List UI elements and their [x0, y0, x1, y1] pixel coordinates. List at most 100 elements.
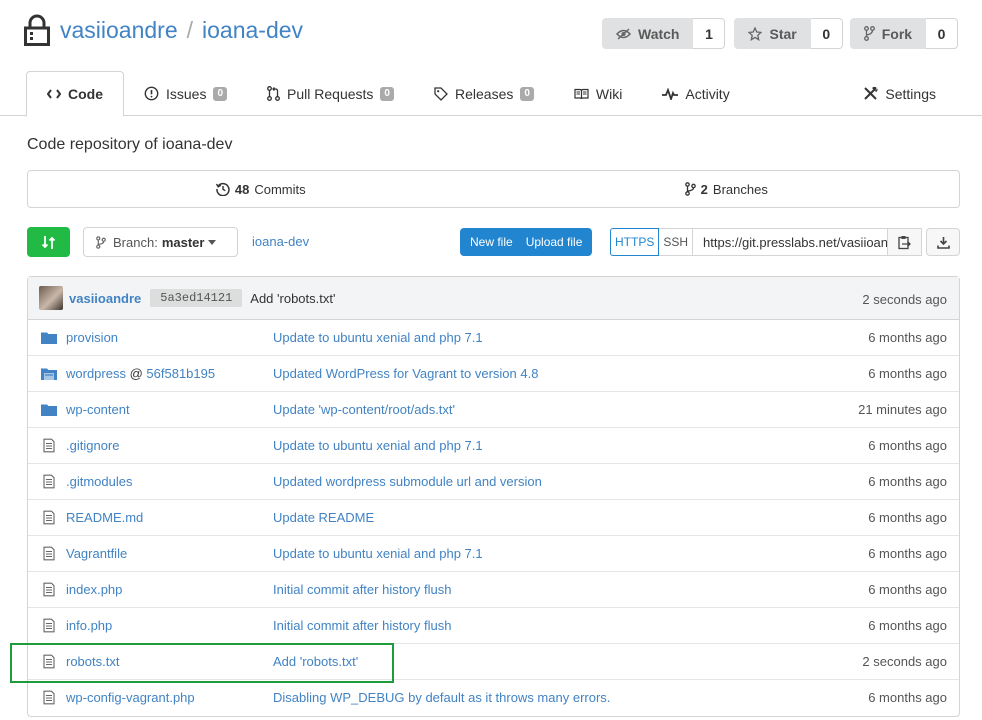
commit-message-link[interactable]: Update README: [273, 510, 374, 525]
commit-message-link[interactable]: Update to ubuntu xenial and php 7.1: [273, 438, 483, 453]
watch-count[interactable]: 1: [693, 18, 726, 49]
last-commit-author[interactable]: vasiioandre: [69, 291, 141, 306]
file-list: vasiioandre 5a3ed14121 Add 'robots.txt' …: [27, 276, 960, 717]
file-icon: [43, 510, 55, 525]
submodule-ref-link[interactable]: 56f581b195: [146, 366, 215, 381]
pulse-icon: [662, 87, 679, 100]
commit-message-link[interactable]: Update to ubuntu xenial and php 7.1: [273, 330, 483, 345]
file-name: wordpress @ 56f581b195: [66, 366, 215, 381]
copy-url-button[interactable]: [888, 228, 923, 256]
repo-owner-link[interactable]: vasiioandre: [60, 17, 178, 44]
repo-title: vasiioandre / ioana-dev: [24, 14, 303, 46]
file-row: Vagrantfile Update to ubuntu xenial and p…: [28, 536, 959, 572]
tab-settings-label: Settings: [885, 85, 936, 102]
star-count[interactable]: 0: [810, 18, 843, 49]
file-icon: [43, 690, 55, 705]
file-row: info.php Initial commit after history flu…: [28, 608, 959, 644]
last-commit-sha[interactable]: 5a3ed14121: [150, 289, 243, 307]
folder-icon: [41, 404, 57, 416]
commit-time: 2 seconds ago: [862, 654, 947, 669]
file-name-link[interactable]: info.php: [66, 618, 112, 633]
tab-code-label: Code: [68, 86, 103, 102]
submodule-folder-icon: [41, 368, 57, 380]
branch-dropdown[interactable]: Branch: master: [83, 227, 238, 257]
tab-pull-requests-label: Pull Requests: [287, 85, 374, 102]
commit-message-link[interactable]: Initial commit after history flush: [273, 582, 451, 597]
commit-time: 6 months ago: [868, 618, 947, 633]
branches-count: 2: [700, 181, 708, 197]
commit-message-link[interactable]: Updated wordpress submodule url and vers…: [273, 474, 542, 489]
tab-issues-label: Issues: [166, 85, 207, 102]
commit-message-link[interactable]: Initial commit after history flush: [273, 618, 451, 633]
https-toggle[interactable]: HTTPS: [610, 228, 660, 256]
commit-time: 6 months ago: [868, 474, 947, 489]
star-button[interactable]: Star: [734, 18, 811, 49]
file-name-link[interactable]: wp-content: [66, 402, 130, 417]
file-name-link[interactable]: provision: [66, 330, 118, 345]
new-file-button[interactable]: New file: [460, 228, 523, 256]
commit-message-link[interactable]: Disabling WP_DEBUG by default as it thro…: [273, 690, 610, 705]
tag-icon: [434, 86, 448, 101]
tab-activity[interactable]: Activity: [642, 71, 749, 116]
watch-button[interactable]: Watch: [602, 18, 694, 49]
ssh-toggle[interactable]: SSH: [659, 228, 694, 256]
file-name: README.md: [66, 510, 143, 525]
copy-icon: [897, 235, 911, 249]
upload-file-button[interactable]: Upload file: [523, 228, 593, 256]
file-name-link[interactable]: README.md: [66, 510, 143, 525]
tab-wiki-label: Wiki: [595, 85, 623, 102]
tab-settings[interactable]: Settings: [843, 71, 956, 116]
download-button[interactable]: [926, 228, 960, 256]
file-icon: [43, 618, 55, 633]
compare-button[interactable]: [27, 227, 70, 257]
file-name: robots.txt: [66, 654, 119, 669]
path-breadcrumb[interactable]: ioana-dev: [252, 234, 309, 249]
file-name-link[interactable]: index.php: [66, 582, 122, 597]
file-name-link[interactable]: wp-config-vagrant.php: [66, 690, 195, 705]
releases-count-badge: 0: [520, 86, 534, 101]
tab-wiki[interactable]: Wiki: [554, 71, 642, 116]
repo-stats: 48 Commits 2 Branches: [27, 170, 960, 208]
file-name-link[interactable]: .gitmodules: [66, 474, 132, 489]
commit-message-link[interactable]: Add 'robots.txt': [273, 654, 358, 669]
tab-releases[interactable]: Releases 0: [414, 71, 554, 116]
file-name: index.php: [66, 582, 122, 597]
file-name-link[interactable]: robots.txt: [66, 654, 119, 669]
last-commit-message: Add 'robots.txt': [250, 290, 336, 306]
repo-header: vasiioandre / ioana-dev Watch 1 Star 0 F…: [0, 0, 982, 117]
fork-button[interactable]: Fork: [849, 18, 927, 49]
file-row: wp-content Update 'wp-content/root/ads.tx…: [28, 392, 959, 428]
commit-message-link[interactable]: Updated WordPress for Vagrant to version…: [273, 366, 538, 381]
branch-prefix: Branch:: [113, 234, 158, 250]
avatar[interactable]: [39, 286, 63, 310]
book-icon: [574, 88, 589, 99]
branch-icon: [96, 235, 106, 249]
tab-pull-requests[interactable]: Pull Requests 0: [247, 71, 414, 116]
file-name: Vagrantfile: [66, 546, 127, 561]
repo-name-link[interactable]: ioana-dev: [202, 17, 303, 44]
file-row: README.md Update README 6 months ago: [28, 500, 959, 536]
clone-url-input[interactable]: https://git.presslabs.net/vasiioandre/io…: [693, 228, 889, 256]
commit-time: 6 months ago: [868, 366, 947, 381]
history-icon: [215, 182, 230, 196]
commit-message-link[interactable]: Update to ubuntu xenial and php 7.1: [273, 546, 483, 561]
file-name: wp-config-vagrant.php: [66, 690, 195, 705]
file-name: .gitmodules: [66, 474, 132, 489]
file-name: provision: [66, 330, 118, 345]
fork-count[interactable]: 0: [926, 18, 959, 49]
issues-count-badge: 0: [213, 86, 228, 101]
last-commit-bar: vasiioandre 5a3ed14121 Add 'robots.txt' …: [28, 277, 959, 320]
tab-issues[interactable]: Issues 0: [124, 71, 247, 116]
file-row: wordpress @ 56f581b195 Updated WordPress …: [28, 356, 959, 392]
tab-code[interactable]: Code: [26, 71, 124, 117]
commits-stat[interactable]: 48 Commits: [28, 171, 494, 207]
commit-time: 6 months ago: [868, 546, 947, 561]
branches-stat[interactable]: 2 Branches: [494, 171, 960, 207]
file-name-link[interactable]: .gitignore: [66, 438, 119, 453]
watch-action: Watch 1: [602, 18, 726, 49]
commit-message-link[interactable]: Update 'wp-content/root/ads.txt': [273, 402, 455, 417]
repo-separator: /: [186, 16, 194, 43]
file-row: robots.txt Add 'robots.txt' 2 seconds ago: [28, 644, 959, 680]
file-name-link[interactable]: Vagrantfile: [66, 546, 127, 561]
file-name-link[interactable]: wordpress: [66, 366, 126, 381]
